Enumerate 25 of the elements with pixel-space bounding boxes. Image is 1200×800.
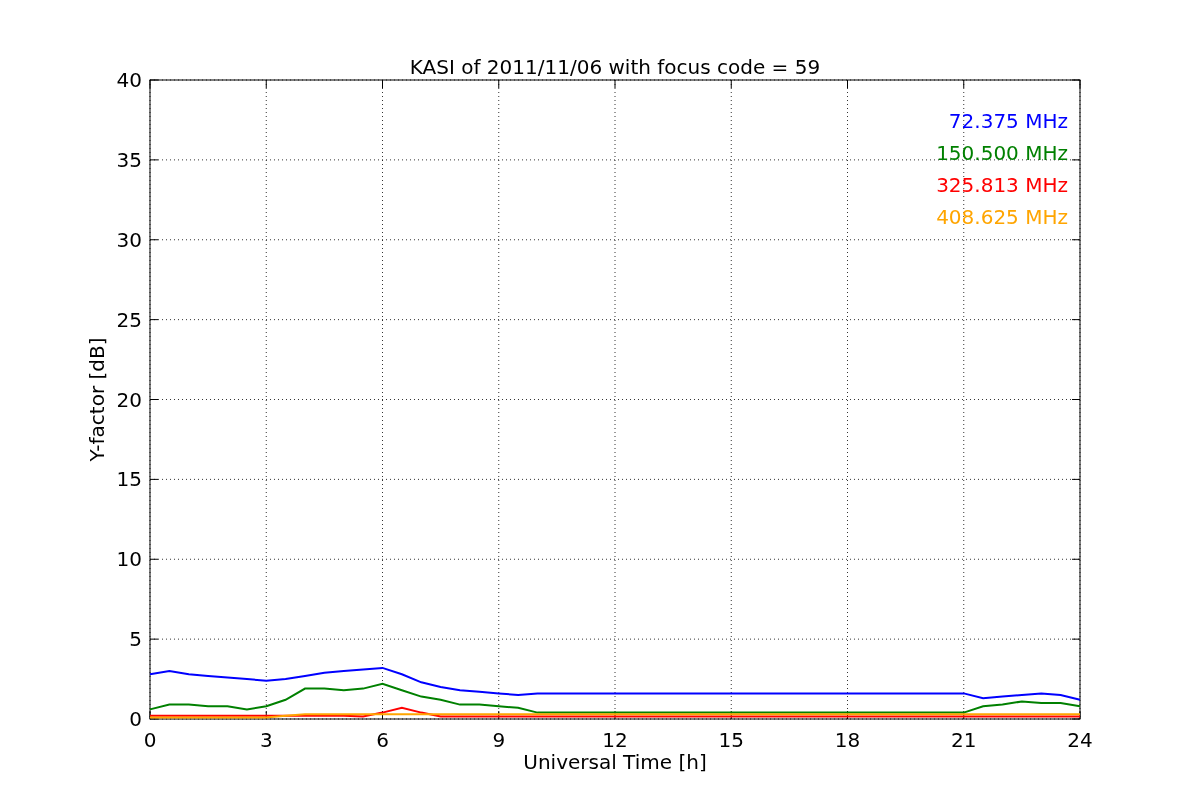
tick-label: 21 — [951, 728, 977, 752]
tick-label: 18 — [834, 728, 861, 752]
tick-label: 35 — [116, 147, 142, 172]
legend-label: 325.813 MHz — [936, 173, 1068, 197]
legend-label: 72.375 MHz — [948, 109, 1068, 133]
tick-label: 0 — [129, 707, 142, 731]
tick-label: 20 — [116, 387, 142, 412]
tick-label: 15 — [718, 728, 744, 752]
tick-label: 10 — [116, 547, 142, 572]
y-axis-label: Y-factor [dB] — [85, 337, 109, 462]
chart-title: KASI of 2011/11/06 with focus code = 59 — [409, 55, 821, 79]
legend-label: 408.625 MHz — [936, 205, 1068, 229]
tick-label: 25 — [116, 307, 142, 332]
tick-label: 3 — [259, 728, 273, 752]
legend-label: 150.500 MHz — [936, 141, 1068, 165]
tick-label: 5 — [129, 627, 142, 652]
x-axis-label: Universal Time [h] — [523, 750, 707, 774]
tick-label: 15 — [116, 467, 142, 492]
tick-label: 6 — [376, 728, 389, 752]
tick-label: 9 — [492, 728, 506, 752]
tick-label: 24 — [1067, 728, 1093, 752]
tick-label: 0 — [143, 728, 157, 752]
tick-label: 12 — [602, 728, 628, 752]
tick-label: 40 — [116, 68, 142, 92]
tick-label: 30 — [116, 227, 142, 252]
